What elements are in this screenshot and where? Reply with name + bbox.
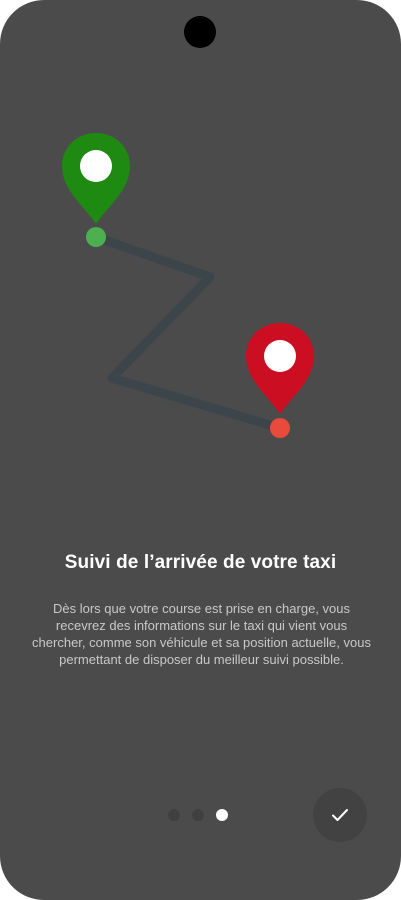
page-title: Suivi de l’arrivée de votre taxi [64, 552, 337, 573]
done-button[interactable] [313, 788, 367, 842]
start-pin-icon [62, 133, 130, 224]
page-dot-3-active[interactable] [216, 809, 228, 821]
page-dot-1[interactable] [168, 809, 180, 821]
screen: Suivi de l’arrivée de votre taxi Dès lor… [0, 0, 401, 900]
end-pin-icon [246, 323, 314, 414]
page-indicator [168, 808, 228, 822]
end-point-dot [270, 418, 290, 438]
start-point-dot [86, 227, 106, 247]
page-dot-2[interactable] [192, 809, 204, 821]
route-line [91, 232, 285, 433]
route-illustration [62, 133, 314, 438]
checkmark-icon [332, 809, 348, 821]
page-description: Dès lors que votre course est prise en c… [32, 601, 371, 667]
